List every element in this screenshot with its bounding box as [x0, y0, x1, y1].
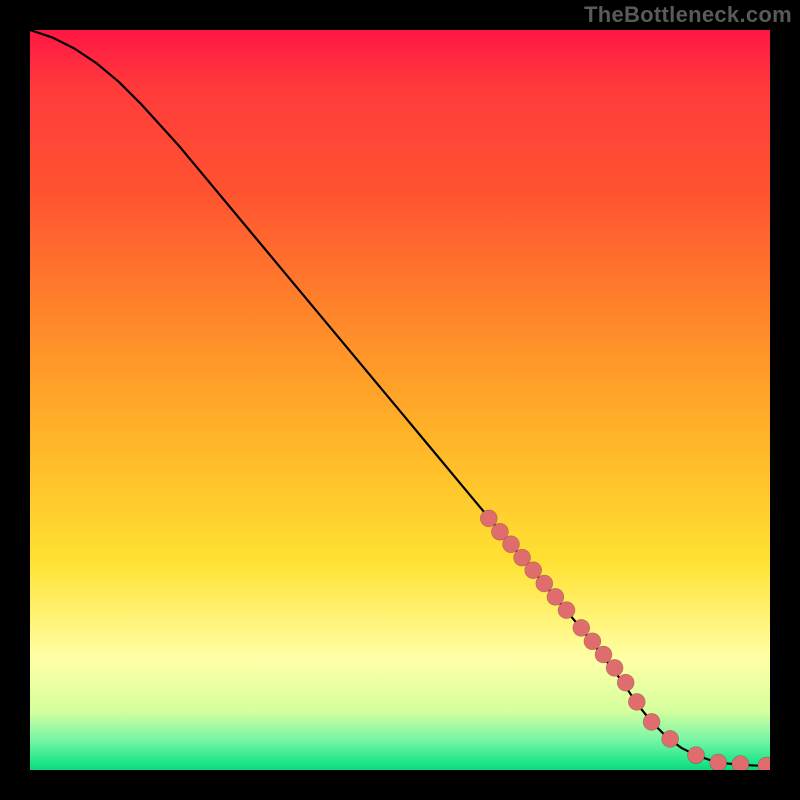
- marker-point: [536, 575, 553, 592]
- marker-point: [503, 536, 520, 553]
- marker-point: [480, 510, 497, 527]
- marker-point: [595, 646, 612, 663]
- plot-area: [30, 30, 770, 770]
- chart-overlay: [30, 30, 770, 770]
- markers-group: [480, 510, 770, 770]
- marker-point: [584, 633, 601, 650]
- marker-point: [628, 693, 645, 710]
- chart-frame: TheBottleneck.com: [0, 0, 800, 800]
- marker-point: [643, 713, 660, 730]
- marker-point: [758, 757, 770, 770]
- marker-point: [662, 730, 679, 747]
- marker-point: [732, 756, 749, 770]
- marker-point: [710, 754, 727, 770]
- marker-point: [606, 659, 623, 676]
- marker-point: [617, 674, 634, 691]
- bottleneck-curve: [30, 30, 770, 766]
- marker-point: [558, 602, 575, 619]
- watermark-text: TheBottleneck.com: [584, 2, 792, 28]
- marker-point: [573, 619, 590, 636]
- marker-point: [688, 747, 705, 764]
- marker-point: [547, 588, 564, 605]
- marker-point: [525, 562, 542, 579]
